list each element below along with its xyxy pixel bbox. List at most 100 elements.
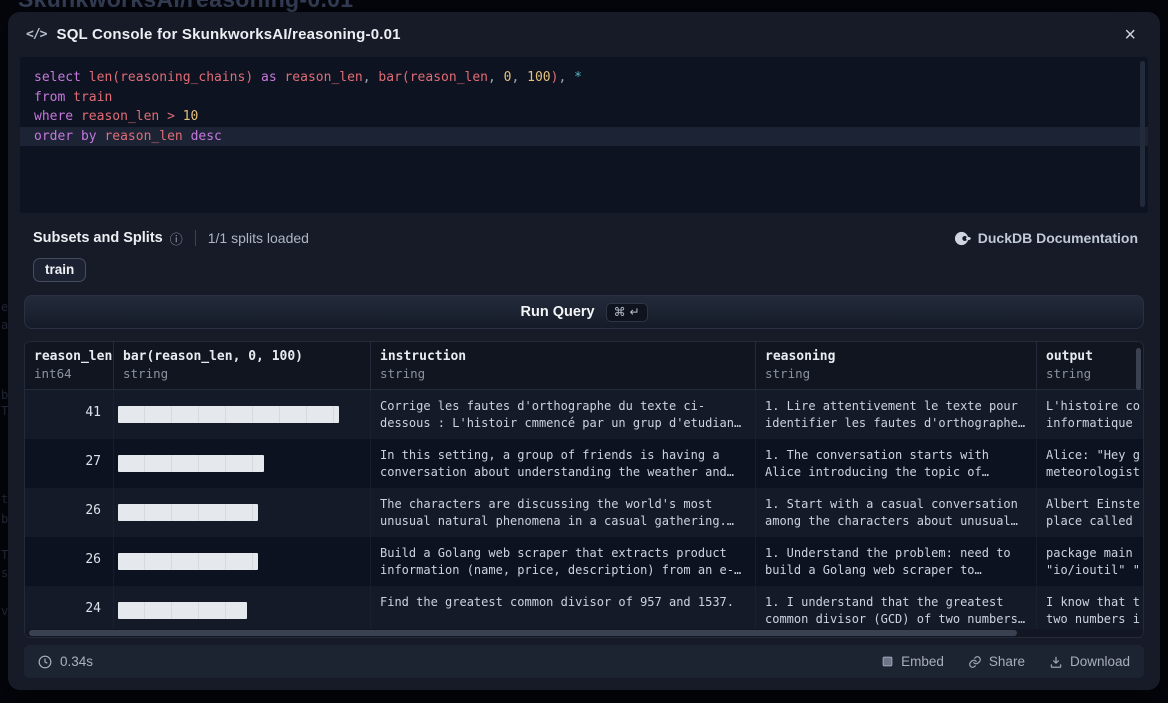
bar-chart — [118, 553, 258, 570]
instruction-cell: The characters are discussing the world'… — [371, 488, 756, 537]
info-icon[interactable]: ⓘ — [170, 229, 183, 248]
share-button[interactable]: Share — [968, 654, 1025, 669]
reasoning-cell: 1. Understand the problem: need tobuild … — [756, 537, 1037, 586]
cell-text-line: identifier les fautes d'orthographe… — [765, 415, 1036, 432]
sql-code: select len(reasoning_chains) as reason_l… — [20, 68, 1148, 146]
cell-text-line: 1. Understand the problem: need to — [765, 545, 1036, 562]
cell-text-line: two numbers i — [1046, 611, 1144, 628]
split-chip-train[interactable]: train — [33, 258, 86, 282]
cell-text-line: 1. I understand that the greatest — [765, 594, 1036, 611]
cell-text-line: information (name, price, description) f… — [380, 562, 755, 579]
divider — [195, 230, 196, 246]
cell-text-line: Alice: "Hey g — [1046, 447, 1144, 464]
download-button[interactable]: Download — [1049, 654, 1130, 669]
result-status-bar: 0.34s Embed Share Download — [24, 645, 1144, 678]
cell-text-line: Build a Golang web scraper that extracts… — [380, 545, 755, 562]
cell-text-line: package main — [1046, 545, 1144, 562]
reasoning-cell: 1. The conversation starts withAlice int… — [756, 439, 1037, 488]
cell-text-line: among the characters about unusual… — [765, 513, 1036, 530]
table-row: 27In this setting, a group of friends is… — [25, 439, 1143, 488]
modal-header: </> SQL Console for SkunkworksAI/reasoni… — [8, 12, 1160, 57]
duckdb-docs-link[interactable]: DuckDB Documentation — [954, 230, 1138, 247]
bar-chart — [118, 406, 339, 423]
cell-text-line: Albert Einste — [1046, 496, 1144, 513]
cell-text-line: common divisor (GCD) of two numbers… — [765, 611, 1036, 628]
table-row: 26 Build a Golang web scraper that extrac… — [25, 537, 1143, 586]
column-header-instruction: instruction string — [371, 342, 756, 389]
bar-chart — [118, 504, 258, 521]
sql-line: select len(reasoning_chains) as reason_l… — [20, 68, 1148, 88]
output-cell: package main "io/ioutil" " — [1037, 537, 1144, 586]
table-row: 41Corrige les fautes d'orthographe du te… — [25, 390, 1143, 439]
cell-text-line: 1. Start with a casual conversation — [765, 496, 1036, 513]
sql-line: order by reason_len desc — [20, 127, 1148, 147]
column-name: output — [1046, 349, 1144, 364]
embed-label: Embed — [901, 654, 944, 669]
cell-text-line: place called — [1046, 513, 1144, 530]
results-table: reason_lenint64 bar(reason_len, 0, 100) st… — [24, 341, 1144, 638]
run-query-label: Run Query — [521, 304, 595, 320]
sql-console-modal: </> SQL Console for SkunkworksAI/reasoni… — [8, 12, 1160, 690]
link-icon — [968, 655, 982, 669]
subsets-title: Subsets and Splits — [33, 230, 163, 246]
bar-chart — [118, 455, 264, 472]
embed-button[interactable]: Embed — [881, 654, 944, 669]
output-cell: I know that ttwo numbers i — [1037, 586, 1144, 635]
column-type: string — [380, 366, 755, 381]
reason-len-cell: 26 — [25, 488, 114, 537]
cell-text-line: build a Golang web scraper to… — [765, 562, 1036, 579]
query-duration: 0.34s — [60, 654, 93, 669]
cell-text-line: I know that t — [1046, 594, 1144, 611]
table-row: 26 The characters are discussing the worl… — [25, 488, 1143, 537]
cell-text-line: L'histoire co — [1046, 398, 1144, 415]
bar-cell — [114, 390, 371, 439]
cell-text-line: informatique — [1046, 415, 1144, 432]
footer-actions: Embed Share Download — [881, 654, 1130, 669]
table-header-row: reason_lenint64 bar(reason_len, 0, 100) st… — [25, 342, 1143, 390]
bar-chart — [118, 602, 247, 619]
instruction-cell: Find the greatest common divisor of 957 … — [371, 586, 756, 635]
editor-scrollbar[interactable] — [1140, 61, 1145, 207]
close-button[interactable]: × — [1118, 23, 1142, 47]
splits-loaded-status: 1/1 splits loaded — [208, 230, 309, 246]
reasoning-cell: 1. Lire attentivement le texte pourident… — [756, 390, 1037, 439]
horizontal-scrollbar[interactable] — [25, 629, 1143, 637]
keyboard-shortcut-badge: ⌘ ↵ — [606, 303, 648, 322]
column-name: bar(reason_len, 0, 100) — [123, 349, 370, 364]
cell-text-line: unusual natural phenomena in a casual ga… — [380, 513, 755, 530]
reason-len-cell: 24 — [25, 586, 114, 635]
table-row: 24 Find the greatest common divisor of 95… — [25, 586, 1143, 635]
sql-editor[interactable]: select len(reasoning_chains) as reason_l… — [20, 57, 1148, 213]
column-name: instruction — [380, 349, 755, 364]
code-icon: </> — [26, 27, 46, 42]
column-name: reasoning — [765, 349, 1036, 364]
query-duration-wrap: 0.34s — [38, 654, 93, 669]
embed-icon — [881, 655, 894, 668]
horizontal-scrollbar-thumb[interactable] — [29, 630, 1017, 636]
output-cell: Albert Einsteplace called — [1037, 488, 1144, 537]
column-name: reason_len — [34, 349, 113, 364]
cell-text-line: conversation about understanding the wea… — [380, 464, 755, 481]
column-header-output: output string — [1037, 342, 1144, 389]
output-cell: Alice: "Hey gmeteorologist — [1037, 439, 1144, 488]
subsets-row: Subsets and Splits ⓘ 1/1 splits loaded D… — [33, 228, 1138, 248]
output-cell: L'histoire coinformatique — [1037, 390, 1144, 439]
reason-len-cell: 26 — [25, 537, 114, 586]
bar-cell — [114, 586, 371, 635]
column-type: string — [1046, 366, 1144, 381]
cell-text-line: Corrige les fautes d'orthographe du text… — [380, 398, 755, 415]
bar-cell — [114, 439, 371, 488]
sql-line: from train — [20, 88, 1148, 108]
reasoning-cell: 1. I understand that the greatestcommon … — [756, 586, 1037, 635]
cell-text-line: The characters are discussing the world'… — [380, 496, 755, 513]
bar-cell — [114, 488, 371, 537]
vertical-scrollbar-thumb[interactable] — [1136, 348, 1141, 390]
run-query-button[interactable]: Run Query ⌘ ↵ — [24, 295, 1144, 329]
cell-text-line: dessous : L'histoir cmmencé par un grup … — [380, 415, 755, 432]
column-type: string — [765, 366, 1036, 381]
cell-text-line: "io/ioutil" " — [1046, 562, 1144, 579]
column-header-reason_len: reason_lenint64 — [25, 342, 114, 389]
reasoning-cell: 1. Start with a casual conversationamong… — [756, 488, 1037, 537]
column-type: string — [123, 366, 370, 381]
cell-text-line: In this setting, a group of friends is h… — [380, 447, 755, 464]
